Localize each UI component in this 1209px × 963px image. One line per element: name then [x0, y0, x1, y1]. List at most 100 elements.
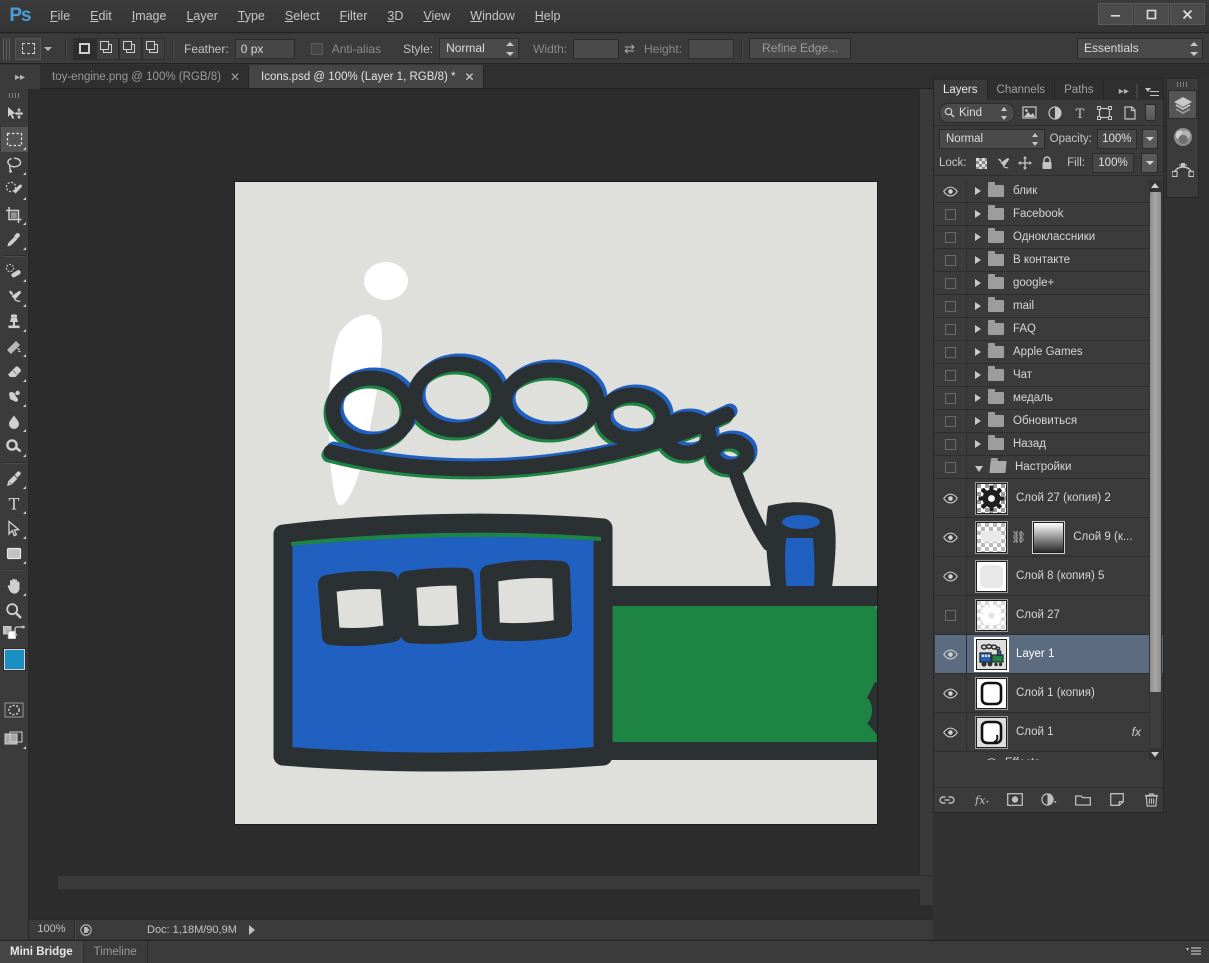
layer-group-row[interactable]: google+ — [935, 272, 1163, 295]
adjustments-rail-icon[interactable] — [1168, 122, 1197, 151]
layer-thumbnail[interactable] — [975, 520, 1008, 554]
quick-selection-tool[interactable] — [1, 177, 28, 202]
layer-thumbnail[interactable] — [975, 598, 1008, 632]
chevron-down-icon[interactable] — [975, 465, 983, 472]
eye-off-icon[interactable] — [945, 369, 956, 381]
chevron-right-icon[interactable] — [975, 440, 981, 448]
chevron-right-icon[interactable] — [975, 348, 981, 356]
minimize-button[interactable] — [1098, 3, 1133, 25]
eye-icon[interactable] — [943, 649, 958, 660]
layer-effects-badge[interactable]: fx — [1132, 725, 1141, 739]
rail-grip[interactable] — [1177, 82, 1188, 87]
eye-icon[interactable] — [943, 727, 958, 738]
opacity-input[interactable]: 100% — [1096, 128, 1137, 149]
layer-group-row[interactable]: В контакте — [935, 249, 1163, 272]
layer-visibility-cell[interactable] — [935, 596, 967, 634]
menu-item-edit[interactable]: Edit — [80, 5, 122, 27]
layer-group-row[interactable]: FAQ — [935, 318, 1163, 341]
layer-thumbnail[interactable] — [975, 481, 1008, 515]
document-info-icon[interactable] — [75, 923, 97, 936]
eye-off-icon[interactable] — [945, 208, 956, 220]
opacity-slider-button[interactable] — [1141, 128, 1158, 149]
menu-item-help[interactable]: Help — [525, 5, 571, 27]
layer-style-fx-icon[interactable]: fx — [973, 791, 990, 808]
layer-group-row[interactable]: Назад — [935, 433, 1163, 456]
mask-link-icon[interactable]: ⛓ — [1011, 530, 1026, 544]
layer-visibility-cell[interactable] — [935, 364, 967, 386]
layer-row[interactable]: Слой 8 (копия) 5 — [935, 557, 1163, 596]
gradient-tool[interactable] — [1, 384, 28, 409]
eyedropper-tool[interactable] — [1, 227, 28, 252]
pen-tool[interactable] — [1, 466, 28, 491]
refine-edge-button[interactable]: Refine Edge... — [749, 38, 852, 59]
menu-item-image[interactable]: Image — [122, 5, 177, 27]
eye-off-icon[interactable] — [945, 346, 956, 358]
width-input[interactable] — [573, 38, 620, 59]
layer-group-row[interactable]: Facebook — [935, 203, 1163, 226]
eye-off-icon[interactable] — [945, 300, 956, 312]
brush-tool[interactable] — [1, 284, 28, 309]
filter-toggle-switch[interactable] — [1145, 104, 1156, 121]
collapse-panels-button[interactable]: ▸▸ — [0, 65, 40, 89]
layer-visibility-cell[interactable] — [935, 226, 967, 248]
fill-input[interactable]: 100% — [1092, 153, 1134, 173]
layer-visibility-cell[interactable] — [935, 341, 967, 363]
tools-panel-grip[interactable] — [8, 93, 20, 98]
menu-item-window[interactable]: Window — [460, 5, 524, 27]
layer-visibility-cell[interactable] — [935, 433, 967, 455]
chevron-right-icon[interactable] — [975, 233, 981, 241]
layer-group-row[interactable]: Одноклассники — [935, 226, 1163, 249]
rectangle-tool[interactable] — [1, 541, 28, 566]
layer-row[interactable]: Слой 1 fx — [935, 713, 1163, 752]
move-tool[interactable] — [1, 102, 28, 127]
intersect-selection-button[interactable] — [142, 37, 165, 60]
feather-input[interactable]: 0 px — [234, 38, 295, 59]
filter-adjustment-icon[interactable] — [1044, 102, 1065, 123]
layer-group-row[interactable]: Apple Games — [935, 341, 1163, 364]
layer-visibility-cell[interactable] — [935, 387, 967, 409]
height-input[interactable] — [688, 38, 735, 59]
foreground-color-swatch[interactable] — [3, 648, 26, 671]
layer-visibility-cell[interactable] — [935, 456, 967, 478]
bottom-dock-menu-icon[interactable] — [1186, 946, 1201, 959]
anti-alias-checkbox[interactable] — [310, 42, 323, 55]
chevron-right-icon[interactable] — [975, 417, 981, 425]
swap-width-height-icon[interactable]: ⇄ — [624, 41, 635, 57]
eye-off-icon[interactable] — [945, 415, 956, 427]
layer-group-row[interactable]: Чат — [935, 364, 1163, 387]
layer-thumbnail[interactable] — [975, 676, 1008, 710]
eye-off-icon[interactable] — [945, 438, 956, 450]
eye-icon[interactable] — [943, 688, 958, 699]
scroll-up-icon[interactable] — [1151, 183, 1159, 188]
lock-all-icon[interactable] — [1040, 156, 1055, 171]
scroll-down-icon[interactable] — [1151, 752, 1159, 757]
canvas-vertical-scrollbar[interactable] — [919, 89, 933, 905]
eye-icon[interactable] — [943, 186, 958, 197]
chevron-right-icon[interactable] — [975, 279, 981, 287]
close-tab-icon[interactable]: ✕ — [464, 70, 474, 84]
chevron-right-icon[interactable] — [975, 187, 981, 195]
layer-visibility-cell[interactable] — [935, 635, 967, 673]
new-selection-button[interactable] — [73, 37, 96, 60]
options-bar-grip[interactable] — [3, 37, 12, 60]
filter-kind-select[interactable]: Kind — [939, 102, 1015, 123]
menu-item-layer[interactable]: Layer — [176, 5, 227, 27]
lock-image-pixels-icon[interactable] — [996, 156, 1011, 171]
zoom-tool[interactable] — [1, 598, 28, 623]
rectangular-marquee-tool[interactable] — [0, 127, 28, 152]
canvas-horizontal-scrollbar[interactable] — [58, 875, 948, 889]
eye-off-icon[interactable] — [945, 277, 956, 289]
menu-item-select[interactable]: Select — [275, 5, 330, 27]
zoom-level[interactable]: 100% — [29, 920, 75, 939]
layer-thumbnail[interactable] — [975, 715, 1008, 749]
layer-visibility-cell[interactable] — [935, 479, 967, 517]
bottom-dock-tab-timeline[interactable]: Timeline — [84, 941, 148, 963]
menu-item-filter[interactable]: Filter — [330, 5, 378, 27]
eye-off-icon[interactable] — [945, 323, 956, 335]
eraser-tool[interactable] — [1, 359, 28, 384]
type-tool[interactable]: T — [1, 491, 28, 516]
menu-item-type[interactable]: Type — [228, 5, 275, 27]
layer-row[interactable]: Слой 1 (копия) — [935, 674, 1163, 713]
layer-visibility-cell[interactable] — [935, 318, 967, 340]
layer-list[interactable]: блик Facebook Одноклассники В контакте googl… — [935, 180, 1163, 760]
